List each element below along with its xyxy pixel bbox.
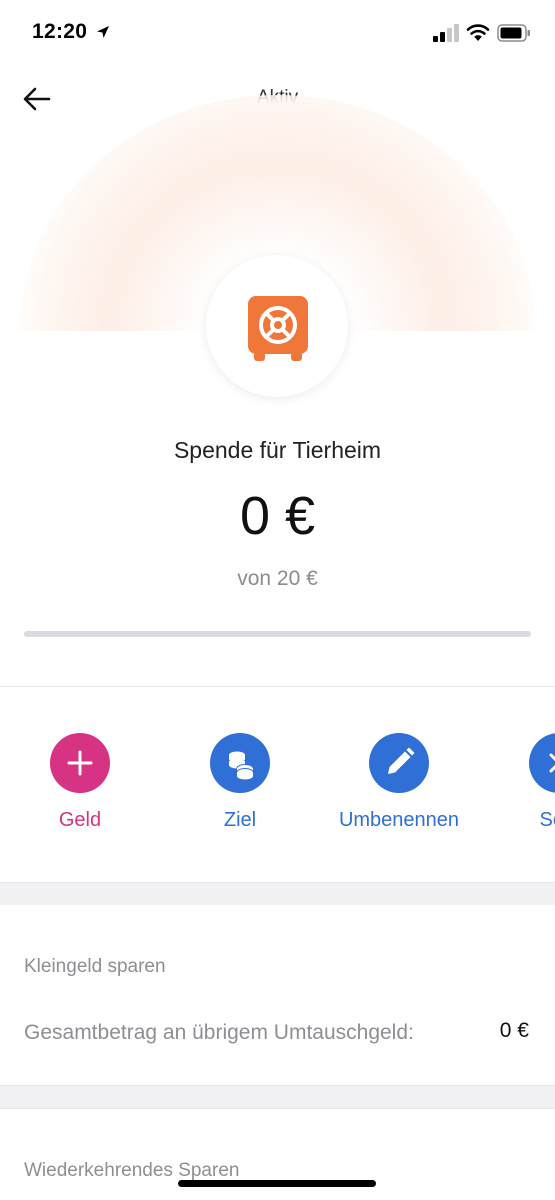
coins-icon — [229, 751, 254, 780]
recurring-title: Wiederkehrendes Sparen — [24, 1160, 240, 1181]
section-separator — [0, 1085, 555, 1109]
saved-amount: 0 € — [239, 486, 316, 546]
home-indicator — [178, 1180, 376, 1187]
rename-circle — [369, 733, 429, 793]
roundup-card — [0, 905, 555, 1085]
goal-name: Spende für Tierheim — [173, 437, 382, 463]
status-time: 12:20 — [32, 20, 88, 43]
close-icon — [549, 753, 555, 773]
battery-icon — [497, 24, 530, 42]
roundup-title: Kleingeld sparen — [24, 956, 166, 977]
progress-bar — [24, 631, 531, 637]
close-goal-button[interactable]: Schl — [479, 733, 555, 832]
wifi-icon — [466, 24, 490, 41]
goal-label: Ziel — [223, 809, 257, 831]
cellular-signal-icon — [433, 24, 459, 42]
safe-icon — [248, 296, 308, 361]
section-separator — [0, 882, 555, 906]
goal-circle — [210, 733, 270, 793]
add-money-circle — [50, 733, 110, 793]
add-money-label: Geld — [58, 809, 102, 831]
roundup-label: Gesamtbetrag an übrigem Umtauschgeld: — [24, 1021, 414, 1044]
plus-icon — [67, 750, 93, 776]
target-amount: von 20 € — [237, 567, 318, 590]
goal-button[interactable]: Ziel — [160, 733, 320, 832]
rename-label: Umbenennen — [338, 809, 460, 831]
close-goal-circle — [529, 733, 555, 793]
status-bar: 12:20 — [0, 0, 555, 64]
add-money-button[interactable]: Geld — [0, 733, 160, 832]
location-arrow-icon — [97, 26, 109, 38]
roundup-value: 0 € — [499, 1019, 529, 1042]
rename-button[interactable]: Umbenennen — [319, 733, 479, 832]
close-goal-label: Schl — [539, 809, 555, 831]
pencil-icon — [388, 747, 415, 774]
action-row: Geld Ziel Umbenennen S — [0, 687, 555, 882]
